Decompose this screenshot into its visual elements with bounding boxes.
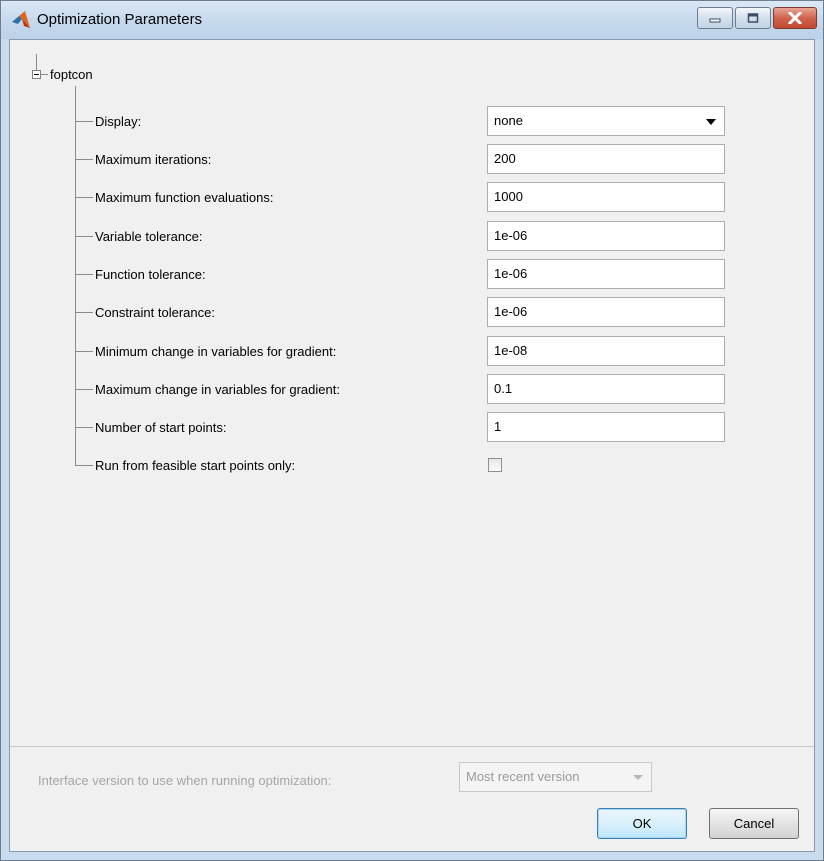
max-change-gradient-label: Maximum change in variables for gradient… [95, 382, 340, 397]
dropdown-arrow-icon [633, 775, 643, 780]
constraint-tolerance-label: Constraint tolerance: [95, 305, 215, 320]
display-select[interactable]: none [487, 106, 725, 136]
start-points-label: Number of start points: [95, 420, 227, 435]
max-change-gradient-input[interactable]: 0.1 [487, 374, 725, 404]
optimization-parameters-window: Optimization Parameters foptcon Display:… [0, 0, 824, 861]
start-points-input[interactable]: 1 [487, 412, 725, 442]
caption-buttons [695, 7, 817, 31]
tree-connector [75, 351, 93, 352]
max-function-evaluations-input[interactable]: 1000 [487, 182, 725, 212]
close-button[interactable] [773, 7, 817, 29]
tree-connector [75, 465, 93, 466]
tree-connector [41, 74, 48, 75]
ok-button[interactable]: OK [597, 808, 687, 839]
feasible-start-points-label: Run from feasible start points only: [95, 458, 296, 473]
interface-version-value: Most recent version [466, 769, 580, 784]
tree-connector [75, 312, 93, 313]
interface-version-label: Interface version to use when running op… [38, 773, 332, 788]
interface-version-select: Most recent version [459, 762, 652, 792]
dropdown-arrow-icon [706, 119, 716, 125]
max-iterations-label: Maximum iterations: [95, 152, 212, 167]
variable-tolerance-input[interactable]: 1e-06 [487, 221, 725, 251]
display-select-value: none [494, 113, 523, 128]
cancel-button[interactable]: Cancel [709, 808, 799, 839]
collapse-toggle-icon[interactable] [32, 70, 41, 79]
maximize-icon [747, 13, 759, 23]
tree-connector [75, 121, 93, 122]
tree-connector [75, 427, 93, 428]
minimize-button[interactable] [697, 7, 733, 29]
close-icon [788, 12, 802, 24]
tree-connector [75, 197, 93, 198]
tree-connector [75, 159, 93, 160]
dialog-client-area: foptcon Display: none Maximum iterations… [9, 39, 815, 852]
function-tolerance-input[interactable]: 1e-06 [487, 259, 725, 289]
variable-tolerance-label: Variable tolerance: [95, 229, 203, 244]
title-bar[interactable]: Optimization Parameters [1, 1, 823, 39]
display-label: Display: [95, 114, 142, 129]
min-change-gradient-input[interactable]: 1e-08 [487, 336, 725, 366]
tree-root-foptcon[interactable]: foptcon [50, 67, 93, 82]
window-title: Optimization Parameters [37, 11, 203, 28]
feasible-start-points-checkbox[interactable] [488, 458, 502, 472]
matlab-logo-icon [12, 11, 30, 28]
tree-connector [75, 86, 76, 466]
max-iterations-input[interactable]: 200 [487, 144, 725, 174]
maximize-button[interactable] [735, 7, 771, 29]
minimize-icon [709, 18, 721, 23]
tree-connector [75, 274, 93, 275]
tree-connector [36, 54, 37, 70]
function-tolerance-label: Function tolerance: [95, 267, 206, 282]
tree-connector [75, 236, 93, 237]
parameter-tree: foptcon Display: none Maximum iterations… [10, 40, 814, 747]
tree-connector [75, 389, 93, 390]
constraint-tolerance-input[interactable]: 1e-06 [487, 297, 725, 327]
max-function-evaluations-label: Maximum function evaluations: [95, 190, 274, 205]
min-change-gradient-label: Minimum change in variables for gradient… [95, 344, 337, 359]
